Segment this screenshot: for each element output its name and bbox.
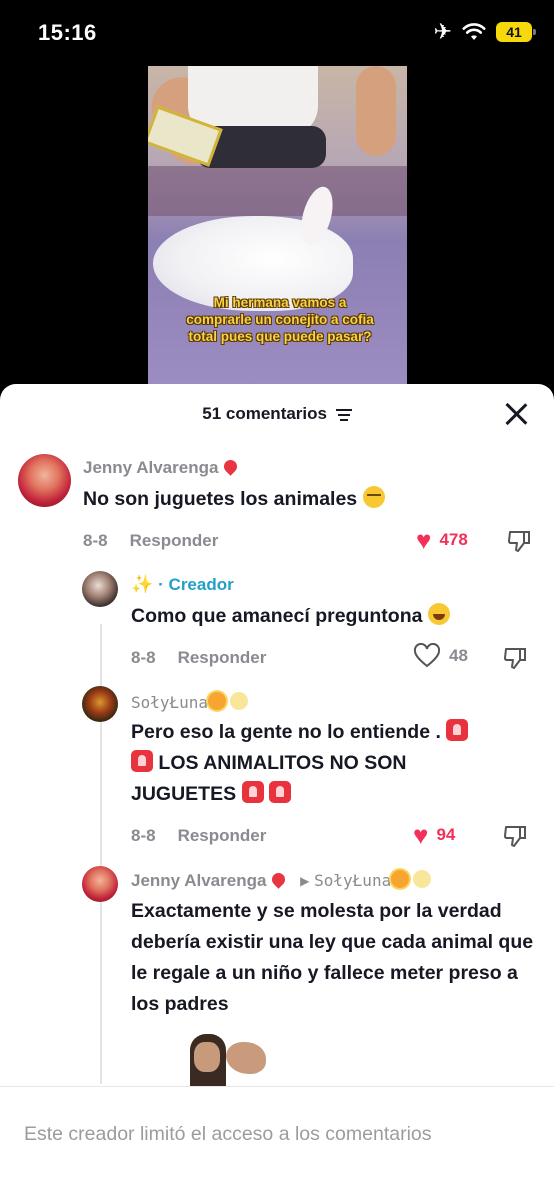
reply-to-username[interactable]: SołyŁuna: [314, 871, 391, 890]
heart-outline-icon: [413, 643, 441, 668]
like-button[interactable]: ♥ 478: [416, 527, 468, 553]
siren-emoji-icon: [268, 781, 291, 803]
comment-username[interactable]: Jenny Alvarenga ▶ SołyŁuna: [131, 870, 432, 891]
dislike-icon[interactable]: [502, 823, 528, 849]
status-bar: 15:16 ✈ 41: [0, 0, 554, 66]
pin-icon: [269, 870, 289, 889]
comments-restricted-notice: Este creador limitó el acceso a los come…: [24, 1123, 432, 1145]
video-caption: Mi hermana vamos a comprarle un conejito…: [186, 295, 374, 344]
comment-date: 8-8: [131, 648, 156, 667]
comment-date: 8-8: [131, 826, 156, 845]
comment-text: Pero eso la gente no lo entiende . LOS A…: [131, 717, 531, 810]
comments-sheet: 51 comentarios Jenny Alvarenga No son ju…: [0, 384, 554, 1199]
comment-username[interactable]: Jenny Alvarenga: [83, 457, 241, 478]
sun-emoji-icon: [208, 692, 227, 710]
avatar[interactable]: [82, 866, 118, 902]
moon-emoji-icon: [413, 870, 432, 888]
avatar[interactable]: [18, 454, 71, 507]
comment-date: 8-8: [83, 531, 108, 550]
status-icons: ✈ 41: [433, 19, 536, 44]
avatar[interactable]: [82, 686, 118, 722]
comment-meta: 8-8 Responder: [83, 531, 218, 551]
comments-title-row[interactable]: 51 comentarios: [0, 404, 554, 424]
like-count: 48: [449, 646, 468, 665]
unamused-emoji-icon: [362, 486, 385, 508]
avatar[interactable]: [82, 571, 118, 607]
comment-username[interactable]: ✨ · Creador: [131, 574, 234, 595]
creator-label: · Creador: [158, 575, 234, 594]
video-frame-detail: [148, 166, 407, 216]
comments-count: 51 comentarios: [202, 404, 327, 423]
reply-button[interactable]: Responder: [130, 531, 219, 550]
siren-emoji-icon: [446, 719, 469, 741]
comments-header: 51 comentarios: [0, 384, 554, 444]
heart-filled-icon: ♥: [416, 525, 432, 555]
moon-emoji-icon: [230, 692, 249, 710]
comment-text: No son juguetes los animales: [83, 484, 385, 515]
laughing-emoji-icon: [427, 603, 450, 625]
battery-indicator: 41: [496, 22, 536, 42]
status-time: 15:16: [38, 20, 97, 45]
dislike-icon[interactable]: [506, 528, 532, 554]
like-button[interactable]: ♥ 94: [413, 822, 455, 848]
comment-text: Como que amanecí preguntona: [131, 601, 450, 632]
reply-arrow-icon: ▶: [300, 874, 310, 888]
siren-emoji-icon: [241, 781, 264, 803]
comment-username[interactable]: SołyŁuna: [131, 692, 249, 712]
sparkles-emoji-icon: ✨: [131, 574, 154, 594]
comment-text: Exactamente y se molesta por la verdad d…: [131, 900, 534, 1015]
comment-meta: 8-8 Responder: [131, 648, 266, 668]
airplane-icon: ✈: [433, 19, 452, 44]
wifi-icon: [462, 23, 486, 40]
video-player[interactable]: Mi hermana vamos a comprarle un conejito…: [148, 66, 407, 384]
comment-meta: 8-8 Responder: [131, 826, 266, 846]
siren-emoji-icon: [131, 750, 153, 772]
sort-icon[interactable]: [335, 408, 352, 421]
heart-filled-icon: ♥: [413, 820, 429, 850]
pin-icon: [221, 457, 241, 476]
like-count: 478: [439, 530, 468, 549]
comments-footer: Este creador limitó el acceso a los come…: [0, 1086, 554, 1199]
reply-button[interactable]: Responder: [178, 648, 267, 667]
ok-hand-gesture: [226, 1042, 266, 1074]
like-count: 94: [436, 825, 456, 844]
gif-sticker[interactable]: [186, 1028, 272, 1086]
dislike-icon[interactable]: [502, 645, 528, 671]
like-button[interactable]: 48: [413, 643, 468, 669]
close-icon[interactable]: [504, 402, 528, 426]
reply-button[interactable]: Responder: [178, 826, 267, 845]
sun-emoji-icon: [391, 870, 410, 888]
